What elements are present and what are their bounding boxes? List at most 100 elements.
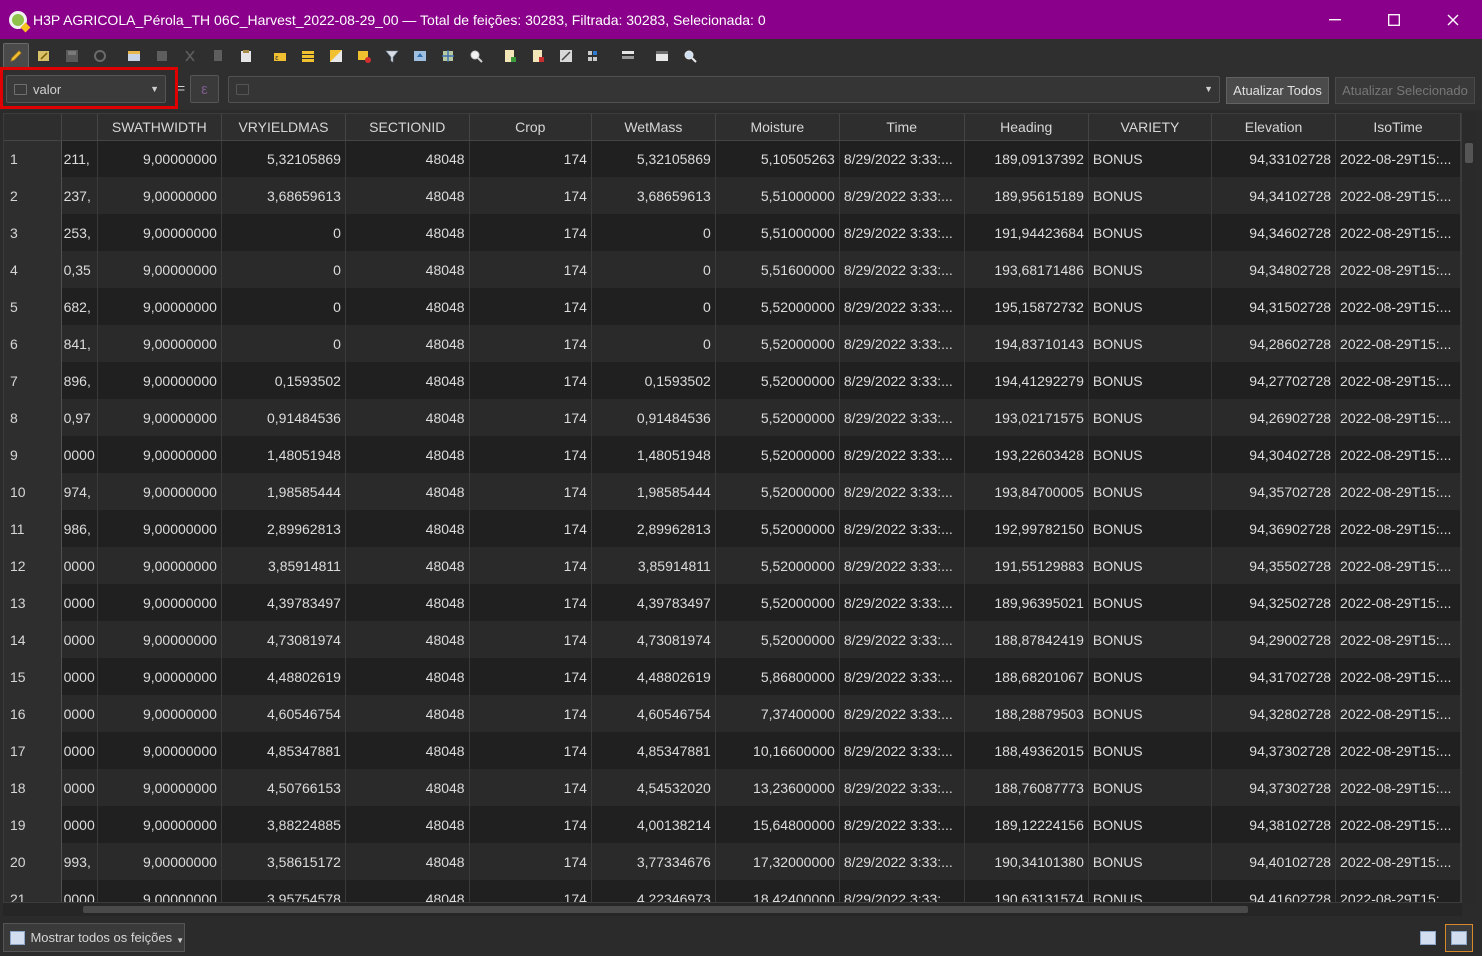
cell-heading[interactable]: 191,55129883	[964, 547, 1089, 584]
cell-vryieldmas[interactable]: 3,68659613	[221, 177, 346, 214]
cell-wetmass[interactable]: 0	[591, 214, 716, 251]
cell-variety[interactable]: BONUS	[1088, 251, 1213, 288]
cell-crop[interactable]: 174	[469, 436, 592, 473]
row-header[interactable]: 6	[4, 325, 62, 362]
row-header[interactable]: 7	[4, 362, 62, 399]
row-header[interactable]: 14	[4, 621, 62, 658]
table-row[interactable]: 21 0000 9,00000000 3,95754578 48048 174 4,2234…	[4, 880, 1461, 902]
cell-partial[interactable]: ,986	[61, 510, 98, 547]
cell-partial[interactable]: ,993	[61, 843, 98, 880]
cell-isotime[interactable]: 2022-08-29T15:...	[1335, 177, 1461, 214]
cell-heading[interactable]: 189,09137392	[964, 140, 1089, 177]
cell-crop[interactable]: 174	[469, 214, 592, 251]
cell-moisture[interactable]: 5,52000000	[715, 288, 840, 325]
vertical-scrollbar-thumb[interactable]	[1465, 143, 1473, 163]
cell-time[interactable]: 8/29/2022 3:33:...	[839, 140, 965, 177]
cell-moisture[interactable]: 5,52000000	[715, 510, 840, 547]
cell-time[interactable]: 8/29/2022 3:33:...	[839, 695, 965, 732]
cell-swathwidth[interactable]: 9,00000000	[97, 473, 222, 510]
cell-time[interactable]: 8/29/2022 3:33:...	[839, 251, 965, 288]
row-header[interactable]: 18	[4, 769, 62, 806]
cell-partial[interactable]: ,211	[61, 140, 98, 177]
cell-elevation[interactable]: 94,29002728	[1211, 621, 1337, 658]
cell-sectionid[interactable]: 48048	[345, 510, 470, 547]
cell-isotime[interactable]: 2022-08-29T15:...	[1335, 399, 1461, 436]
cell-crop[interactable]: 174	[469, 658, 592, 695]
cell-partial[interactable]: 0000	[61, 621, 98, 658]
cell-partial[interactable]: 0000	[61, 658, 98, 695]
cell-heading[interactable]: 191,94423684	[964, 214, 1089, 251]
cell-swathwidth[interactable]: 9,00000000	[97, 325, 222, 362]
cell-moisture[interactable]: 5,52000000	[715, 584, 840, 621]
cell-isotime[interactable]: 2022-08-29T15:...	[1335, 584, 1461, 621]
cell-partial[interactable]: ,896	[61, 362, 98, 399]
table-view-button[interactable]	[1445, 924, 1473, 952]
cell-crop[interactable]: 174	[469, 473, 592, 510]
table-row[interactable]: 7,896 9,00000000 0,1593502 48048 174 0,159350…	[4, 362, 1461, 399]
cell-elevation[interactable]: 94,40102728	[1211, 843, 1337, 880]
update-all-button[interactable]: Atualizar Todos	[1226, 77, 1329, 104]
cell-vryieldmas[interactable]: 2,89962813	[221, 510, 346, 547]
cell-vryieldmas[interactable]: 4,73081974	[221, 621, 346, 658]
cell-crop[interactable]: 174	[469, 140, 592, 177]
cell-moisture[interactable]: 5,51000000	[715, 177, 840, 214]
column-header-time[interactable]: Time	[839, 114, 965, 141]
cell-variety[interactable]: BONUS	[1088, 177, 1213, 214]
cell-crop[interactable]: 174	[469, 695, 592, 732]
cell-swathwidth[interactable]: 9,00000000	[97, 510, 222, 547]
table-row[interactable]: 1,211 9,00000000 5,32105869 48048 174 5,32105…	[4, 140, 1461, 177]
cell-swathwidth[interactable]: 9,00000000	[97, 140, 222, 177]
move-selection-top-button[interactable]	[407, 43, 433, 69]
cell-elevation[interactable]: 94,30402728	[1211, 436, 1337, 473]
cell-crop[interactable]: 174	[469, 732, 592, 769]
cell-swathwidth[interactable]: 9,00000000	[97, 214, 222, 251]
cell-time[interactable]: 8/29/2022 3:33:...	[839, 880, 965, 902]
cell-moisture[interactable]: 18,42400000	[715, 880, 840, 902]
cell-isotime[interactable]: 2022-08-29T15:...	[1335, 547, 1461, 584]
cell-heading[interactable]: 195,15872732	[964, 288, 1089, 325]
table-row[interactable]: 4 0,35 9,00000000 0 48048 174 0 5,51600000 8/29/…	[4, 251, 1461, 288]
cell-wetmass[interactable]: 0	[591, 288, 716, 325]
cell-time[interactable]: 8/29/2022 3:33:...	[839, 621, 965, 658]
cell-swathwidth[interactable]: 9,00000000	[97, 436, 222, 473]
table-row[interactable]: 6,841 9,00000000 0 48048 174 0 5,52000000 8/29/…	[4, 325, 1461, 362]
cell-isotime[interactable]: 2022-08-29T15:...	[1335, 140, 1461, 177]
cell-sectionid[interactable]: 48048	[345, 251, 470, 288]
table-corner[interactable]	[4, 114, 62, 141]
row-header[interactable]: 8	[4, 399, 62, 436]
cell-partial[interactable]: ,682	[61, 288, 98, 325]
cell-time[interactable]: 8/29/2022 3:33:...	[839, 214, 965, 251]
cell-isotime[interactable]: 2022-08-29T15:...	[1335, 843, 1461, 880]
cell-sectionid[interactable]: 48048	[345, 843, 470, 880]
cell-crop[interactable]: 174	[469, 769, 592, 806]
cell-sectionid[interactable]: 48048	[345, 214, 470, 251]
cell-moisture[interactable]: 5,86800000	[715, 658, 840, 695]
select-all-button[interactable]	[295, 43, 321, 69]
table-row[interactable]: 5,682 9,00000000 0 48048 174 0 5,52000000 8/29/…	[4, 288, 1461, 325]
cell-sectionid[interactable]: 48048	[345, 880, 470, 902]
column-header-vryieldmas[interactable]: VRYIELDMAS	[221, 114, 346, 141]
cell-vryieldmas[interactable]: 3,88224885	[221, 806, 346, 843]
cell-heading[interactable]: 194,41292279	[964, 362, 1089, 399]
maximize-button[interactable]	[1364, 0, 1423, 39]
cell-crop[interactable]: 174	[469, 362, 592, 399]
cell-partial[interactable]: 0000	[61, 880, 98, 902]
cell-elevation[interactable]: 94,32502728	[1211, 584, 1337, 621]
form-view-button[interactable]	[1414, 924, 1442, 952]
cell-sectionid[interactable]: 48048	[345, 140, 470, 177]
cell-swathwidth[interactable]: 9,00000000	[97, 288, 222, 325]
cell-vryieldmas[interactable]: 5,32105869	[221, 140, 346, 177]
cell-moisture[interactable]: 5,51000000	[715, 214, 840, 251]
invert-selection-button[interactable]	[323, 43, 349, 69]
table-row[interactable]: 16 0000 9,00000000 4,60546754 48048 174 4,6054…	[4, 695, 1461, 732]
cell-variety[interactable]: BONUS	[1088, 732, 1213, 769]
cell-time[interactable]: 8/29/2022 3:33:...	[839, 806, 965, 843]
table-row[interactable]: 10,974 9,00000000 1,98585444 48048 174 1,9858…	[4, 473, 1461, 510]
cell-isotime[interactable]: 2022-08-29T15:...	[1335, 806, 1461, 843]
cell-moisture[interactable]: 5,51600000	[715, 251, 840, 288]
cell-moisture[interactable]: 7,37400000	[715, 695, 840, 732]
cell-wetmass[interactable]: 4,73081974	[591, 621, 716, 658]
save-edits-button[interactable]	[59, 43, 85, 69]
cell-moisture[interactable]: 5,52000000	[715, 473, 840, 510]
cell-vryieldmas[interactable]: 4,39783497	[221, 584, 346, 621]
